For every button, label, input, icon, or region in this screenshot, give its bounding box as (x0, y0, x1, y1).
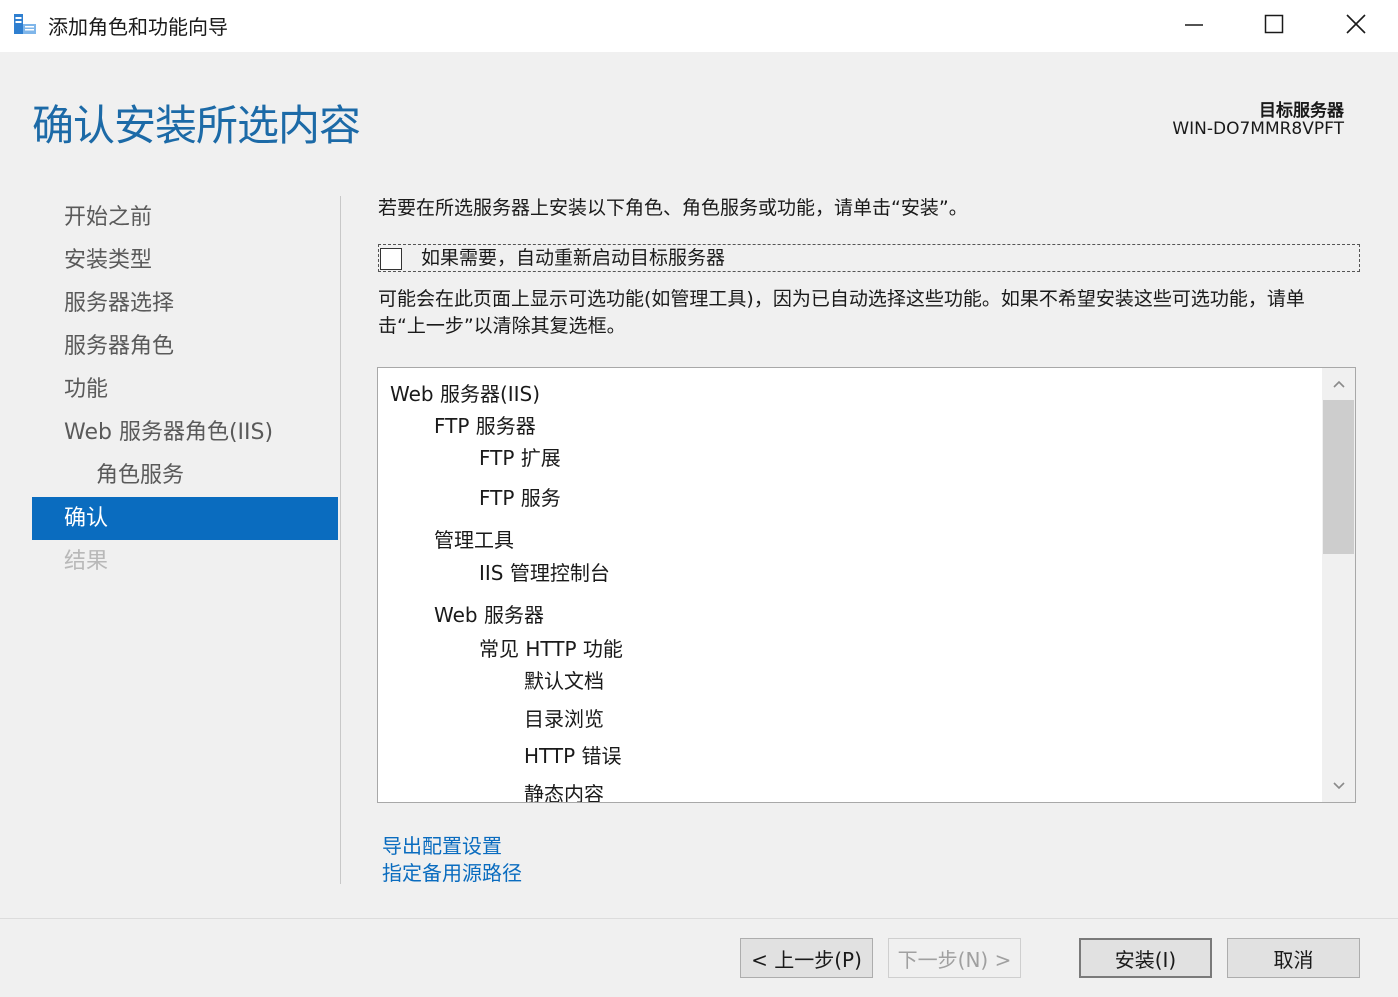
scroll-thumb[interactable] (1323, 400, 1354, 554)
nav-item-role-services[interactable]: 角色服务 (32, 454, 338, 497)
page-title: 确认安装所选内容 (32, 101, 361, 150)
export-configuration-link[interactable]: 导出配置设置 (382, 830, 502, 859)
window-title: 添加角色和功能向导 (48, 15, 228, 39)
nav-item-confirmation[interactable]: 确认 (32, 497, 338, 540)
list-item: FTP 服务器 (434, 414, 536, 438)
next-button: 下一步(N) > (888, 938, 1021, 978)
scroll-down-button[interactable] (1322, 770, 1355, 802)
close-button[interactable] (1316, 0, 1396, 48)
nav-item-features[interactable]: 功能 (32, 368, 338, 411)
nav-item-web-server-role[interactable]: Web 服务器角色(IIS) (32, 411, 338, 454)
server-manager-icon (12, 12, 38, 38)
target-server-name: WIN-DO7MMR8VPFT (1172, 119, 1344, 139)
close-icon (1346, 14, 1366, 34)
list-item: HTTP 错误 (524, 744, 622, 768)
list-item: FTP 服务 (479, 486, 561, 510)
cancel-button[interactable]: 取消 (1227, 938, 1360, 978)
features-list-viewport: Web 服务器(IIS) FTP 服务器 FTP 扩展 FTP 服务 管理工具 … (378, 368, 1323, 802)
list-item: IIS 管理控制台 (479, 561, 610, 585)
scroll-up-button[interactable] (1322, 368, 1355, 400)
nav-divider (340, 196, 341, 884)
chevron-down-icon (1332, 782, 1345, 790)
list-item: 目录浏览 (524, 707, 604, 731)
restart-checkbox-row[interactable]: 如果需要，自动重新启动目标服务器 (378, 244, 1360, 272)
wizard-steps-nav: 开始之前 安装类型 服务器选择 服务器角色 功能 Web 服务器角色(IIS) … (32, 196, 338, 583)
list-item: FTP 扩展 (479, 446, 561, 470)
maximize-button[interactable] (1234, 0, 1314, 48)
minimize-button[interactable] (1154, 0, 1234, 48)
list-item: Web 服务器(IIS) (390, 382, 541, 406)
title-bar: 添加角色和功能向导 (0, 0, 1398, 52)
restart-checkbox-label[interactable]: 如果需要，自动重新启动目标服务器 (421, 245, 725, 271)
instruction-text: 若要在所选服务器上安装以下角色、角色服务或功能，请单击“安装”。 (378, 197, 968, 219)
list-item: 常见 HTTP 功能 (479, 637, 623, 661)
list-item: 管理工具 (434, 528, 514, 552)
list-item: 静态内容 (524, 782, 604, 802)
minimize-icon (1185, 24, 1203, 26)
optional-features-note: 可能会在此页面上显示可选功能(如管理工具)，因为已自动选择这些功能。如果不希望安… (378, 288, 1305, 337)
nav-item-server-selection[interactable]: 服务器选择 (32, 282, 338, 325)
nav-item-installation-type[interactable]: 安装类型 (32, 239, 338, 282)
maximize-icon (1264, 14, 1284, 34)
nav-item-before-you-begin[interactable]: 开始之前 (32, 196, 338, 239)
list-item: Web 服务器 (434, 603, 544, 627)
nav-item-results: 结果 (64, 549, 109, 574)
alternate-source-path-link[interactable]: 指定备用源路径 (382, 857, 522, 886)
install-button[interactable]: 安装(I) (1079, 938, 1212, 978)
vertical-scrollbar[interactable] (1322, 368, 1355, 802)
selected-features-list[interactable]: Web 服务器(IIS) FTP 服务器 FTP 扩展 FTP 服务 管理工具 … (377, 367, 1356, 803)
nav-item-server-roles[interactable]: 服务器角色 (32, 325, 338, 368)
list-item: 默认文档 (524, 669, 604, 693)
target-server-label: 目标服务器 (1259, 101, 1344, 121)
restart-checkbox[interactable] (380, 248, 402, 270)
previous-button[interactable]: < 上一步(P) (740, 938, 873, 978)
chevron-up-icon (1332, 380, 1345, 388)
